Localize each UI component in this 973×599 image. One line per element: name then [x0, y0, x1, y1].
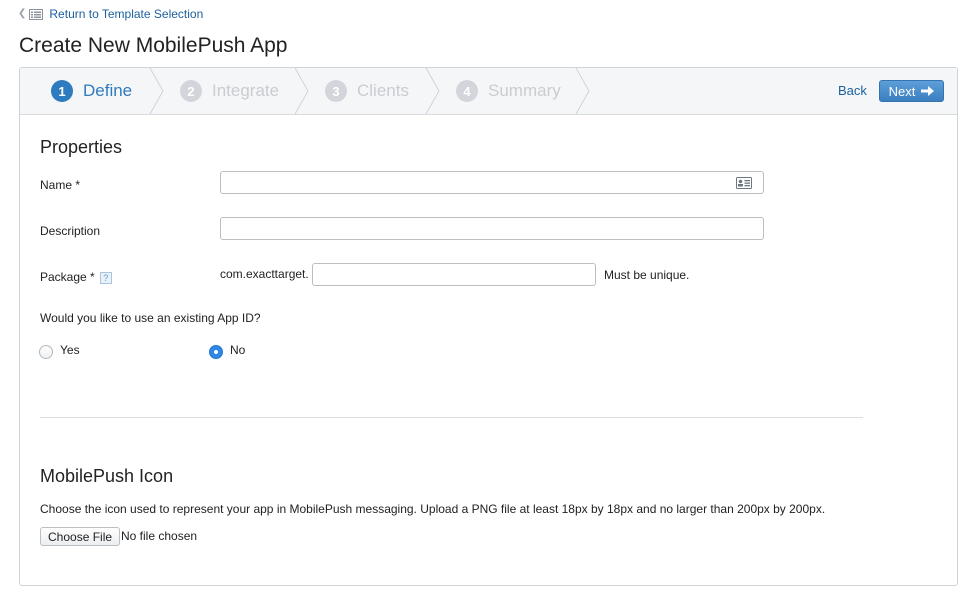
- wizard-step-define[interactable]: 1 Define: [51, 68, 132, 114]
- section-divider: [40, 417, 863, 418]
- step-number: 4: [456, 80, 478, 102]
- package-input[interactable]: [312, 263, 596, 286]
- mobilepush-icon-heading: MobilePush Icon: [40, 466, 174, 486]
- package-prefix: com.exacttarget.: [220, 267, 309, 281]
- description-label: Description: [40, 224, 101, 238]
- step-number: 3: [325, 80, 347, 102]
- package-label-row: Package *?: [40, 270, 112, 284]
- contact-card-icon[interactable]: [736, 177, 752, 189]
- choose-file-button[interactable]: Choose File: [40, 527, 121, 546]
- help-icon[interactable]: ?: [99, 272, 112, 284]
- arrow-right-icon: [921, 86, 935, 96]
- step-label: Clients: [357, 81, 409, 100]
- wizard-step-summary[interactable]: 4 Summary: [456, 68, 561, 114]
- icon-instructions: Choose the icon used to represent your a…: [40, 502, 826, 516]
- page-title: Create New MobilePush App: [19, 34, 288, 57]
- yes-radio[interactable]: [39, 345, 53, 359]
- step-number: 1: [51, 80, 73, 102]
- template-list-icon: [29, 8, 44, 20]
- description-input[interactable]: [220, 217, 764, 240]
- app-id-question: Would you like to use an existing App ID…: [40, 311, 261, 325]
- package-label: Package *: [40, 270, 95, 284]
- wizard-steps-bar: 1 Define 2 Integrate 3 Clients 4 Summary…: [20, 68, 957, 115]
- step-label: Integrate: [212, 81, 280, 100]
- return-to-template-label: Return to Template Selection: [49, 7, 204, 21]
- step-label: Summary: [488, 81, 561, 100]
- no-radio[interactable]: [209, 345, 223, 359]
- next-label: Next: [888, 83, 916, 99]
- properties-heading: Properties: [40, 137, 123, 157]
- step-label: Define: [83, 81, 133, 100]
- name-input[interactable]: [220, 171, 764, 194]
- wizard-next-button[interactable]: Next: [879, 80, 944, 102]
- chevron-left-icon: ❮: [18, 8, 27, 19]
- no-label: No: [230, 343, 246, 357]
- yes-label: Yes: [60, 343, 80, 357]
- wizard-step-integrate[interactable]: 2 Integrate: [180, 68, 279, 114]
- name-label: Name *: [40, 178, 81, 192]
- return-to-template-link[interactable]: ❮ Return to Template Selection: [18, 6, 203, 22]
- wizard-back-button[interactable]: Back: [838, 83, 867, 98]
- wizard-step-clients[interactable]: 3 Clients: [325, 68, 409, 114]
- file-status: No file chosen: [121, 529, 198, 543]
- step-number: 2: [180, 80, 202, 102]
- package-hint: Must be unique.: [604, 268, 690, 282]
